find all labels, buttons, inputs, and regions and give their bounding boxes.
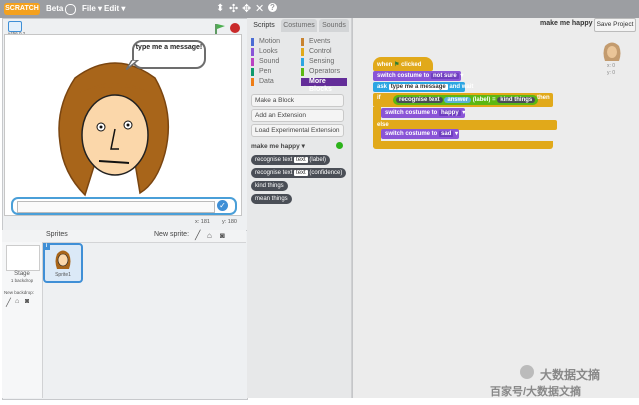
sprite-name: Sprite1: [55, 272, 71, 278]
reporter-mean-things[interactable]: mean things: [251, 194, 292, 204]
speech-tail: [126, 60, 140, 70]
category-looks[interactable]: Looks: [251, 48, 278, 56]
ask-prompt: ✓: [11, 197, 237, 215]
backdrop-upload-icon[interactable]: ⌂: [15, 298, 19, 305]
watermark-logo-icon: [520, 365, 534, 379]
watermark-line2: 百家号/大数据文摘: [490, 386, 582, 398]
sprite-x-readout: x: 0: [607, 63, 616, 69]
tab-costumes[interactable]: Costumes: [281, 19, 317, 32]
stop-icon[interactable]: [230, 23, 240, 33]
tab-scripts[interactable]: Scripts: [249, 19, 279, 32]
mouse-x-readout: x: 181: [195, 219, 210, 225]
switch-costume-block-happy[interactable]: switch costume to happy ▾: [381, 108, 465, 118]
check-icon[interactable]: ✓: [217, 200, 228, 211]
add-extension-button[interactable]: Add an Extension: [251, 109, 344, 122]
speech-bubble: type me a message!: [132, 40, 206, 69]
watermark-line1: 大数据文摘: [540, 368, 601, 382]
reporter-recognise-confidence[interactable]: recognise text text (confidence): [251, 168, 347, 178]
switch-costume-block-sad[interactable]: switch costume to sad ▾: [381, 129, 459, 139]
make-a-block-button[interactable]: Make a Block: [251, 94, 344, 107]
delete-icon[interactable]: ✣: [229, 2, 238, 15]
camera-icon[interactable]: ◙: [220, 231, 225, 240]
category-events[interactable]: Events: [301, 38, 330, 46]
category-motion[interactable]: Motion: [251, 38, 280, 46]
reporter-kind-things[interactable]: kind things: [251, 181, 288, 191]
sprite-face-drawing[interactable]: [45, 53, 185, 203]
new-backdrop-label: New backdrop:: [4, 290, 35, 295]
category-control[interactable]: Control: [301, 48, 332, 56]
if-block-header[interactable]: if recognise text answer (label) = kind …: [373, 93, 553, 107]
tab-sounds[interactable]: Sounds: [319, 19, 349, 32]
mouse-y-readout: y: 180: [222, 219, 237, 225]
grow-icon[interactable]: ✥: [242, 2, 251, 15]
paint-brush-icon[interactable]: ╱: [195, 230, 200, 241]
block-palette: Scripts Costumes Sounds Motion Looks Sou…: [247, 18, 352, 398]
current-sprite-icon: [603, 42, 621, 61]
duplicate-icon[interactable]: ⬍: [216, 3, 224, 14]
ask-and-wait-block[interactable]: ask type me a message and wait: [373, 82, 473, 92]
switch-costume-block-initial[interactable]: switch costume to not sure ▾: [373, 71, 463, 81]
stage-label: Stage: [14, 271, 30, 277]
project-title[interactable]: make me happy: [540, 20, 593, 27]
category-more-blocks[interactable]: More Blocks: [301, 78, 347, 93]
sprites-title: Sprites: [46, 231, 68, 238]
sprite-y-readout: y: 0: [607, 70, 616, 76]
reporter-recognise-label[interactable]: recognise text text (label): [251, 155, 331, 165]
shrink-icon[interactable]: ✕: [255, 2, 264, 15]
load-experimental-extension-button[interactable]: Load Experimental Extension: [251, 124, 344, 137]
category-operators[interactable]: Operators: [301, 68, 340, 76]
extension-title[interactable]: make me happy ▾: [251, 142, 305, 150]
stage-canvas[interactable]: [4, 34, 242, 216]
sprite-tile[interactable]: i Sprite1: [43, 243, 83, 283]
sprite-info-badge[interactable]: i: [43, 243, 50, 250]
help-icon[interactable]: ?: [268, 3, 277, 12]
scratch-logo[interactable]: SCRATCH: [4, 3, 40, 15]
equals-operator[interactable]: recognise text answer (label) = kind thi…: [393, 95, 539, 105]
globe-icon[interactable]: [65, 4, 76, 15]
category-pen[interactable]: Pen: [251, 68, 271, 76]
stage-thumbnail-column: Stage 1 backdrop New backdrop: ╱ ⌂ ◙: [2, 242, 43, 398]
backdrop-paint-icon[interactable]: ╱: [6, 298, 11, 307]
upload-icon[interactable]: ⌂: [207, 231, 212, 240]
sprite-thumbnail-icon: [55, 250, 71, 269]
category-sound[interactable]: Sound: [251, 58, 279, 66]
save-project-button[interactable]: Save Project: [594, 18, 636, 32]
stage-thumbnail[interactable]: [6, 245, 40, 271]
stage-backdrop-count: 1 backdrop: [10, 278, 34, 283]
category-data[interactable]: Data: [251, 78, 274, 86]
edit-menu[interactable]: Edit ▾: [104, 4, 125, 13]
backdrop-camera-icon[interactable]: ◙: [25, 298, 29, 305]
when-flag-clicked-block[interactable]: when ⚑ clicked: [373, 57, 433, 71]
if-block-footer: [373, 141, 553, 149]
beta-label: Beta: [46, 4, 64, 13]
category-sensing[interactable]: Sensing: [301, 58, 334, 66]
file-menu[interactable]: File ▾: [82, 4, 102, 13]
new-sprite-label: New sprite:: [154, 231, 190, 238]
ask-answer-input[interactable]: [17, 201, 215, 213]
menu-bar: SCRATCH Beta File ▾ Edit ▾ ⬍ ✣ ✥ ✕ ?: [0, 0, 639, 18]
extension-status-indicator: [336, 142, 343, 149]
